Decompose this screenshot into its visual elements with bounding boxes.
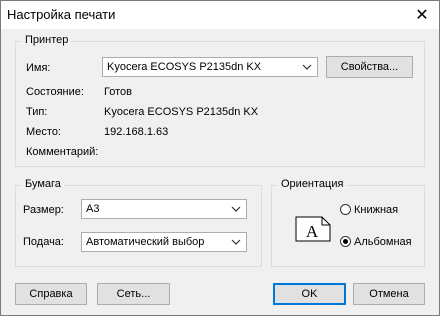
network-button[interactable]: Сеть... bbox=[97, 283, 170, 305]
title-bar: Настройка печати ✕ bbox=[1, 1, 439, 29]
comment-label: Комментарий: bbox=[26, 146, 99, 158]
landscape-page-icon: A bbox=[295, 216, 331, 242]
type-label: Тип: bbox=[26, 106, 48, 118]
portrait-label[interactable]: Книжная bbox=[354, 204, 398, 216]
location-label: Место: bbox=[26, 126, 61, 138]
orientation-icon-letter: A bbox=[306, 222, 319, 241]
dialog-title: Настройка печати bbox=[7, 7, 116, 22]
ok-button[interactable]: OK bbox=[273, 283, 346, 305]
size-label: Размер: bbox=[23, 204, 64, 216]
paper-group: Бумага bbox=[15, 178, 262, 267]
cancel-button[interactable]: Отмена bbox=[353, 283, 425, 305]
paper-source-select[interactable]: Автоматический выбор bbox=[81, 232, 247, 252]
landscape-label[interactable]: Альбомная bbox=[354, 236, 412, 248]
paper-size-select[interactable]: A3 bbox=[81, 199, 247, 219]
help-button[interactable]: Справка bbox=[15, 283, 87, 305]
chevron-down-icon bbox=[302, 64, 312, 70]
radio-selected-dot bbox=[343, 239, 348, 244]
type-value: Kyocera ECOSYS P2135dn KX bbox=[104, 106, 259, 118]
paper-size-value: A3 bbox=[86, 203, 100, 215]
printer-name-value: Kyocera ECOSYS P2135dn KX bbox=[107, 61, 262, 73]
portrait-radio[interactable] bbox=[340, 204, 351, 215]
paper-group-title: Бумага bbox=[22, 178, 64, 190]
source-label: Подача: bbox=[23, 236, 64, 248]
location-value: 192.168.1.63 bbox=[104, 126, 169, 138]
landscape-radio[interactable] bbox=[340, 236, 351, 247]
status-label: Состояние: bbox=[26, 86, 84, 98]
print-setup-dialog: Настройка печати ✕ Принтер Имя: Kyocera … bbox=[0, 0, 440, 316]
close-button[interactable]: ✕ bbox=[405, 1, 439, 29]
printer-group-title: Принтер bbox=[22, 34, 72, 46]
printer-name-select[interactable]: Kyocera ECOSYS P2135dn KX bbox=[102, 57, 318, 77]
close-icon: ✕ bbox=[415, 7, 429, 24]
properties-button[interactable]: Свойства... bbox=[326, 56, 413, 78]
chevron-down-icon bbox=[231, 206, 241, 212]
orientation-group-title: Ориентация bbox=[278, 178, 347, 190]
chevron-down-icon bbox=[231, 239, 241, 245]
status-value: Готов bbox=[104, 86, 132, 98]
printer-name-label: Имя: bbox=[26, 62, 51, 74]
paper-source-value: Автоматический выбор bbox=[86, 236, 205, 248]
